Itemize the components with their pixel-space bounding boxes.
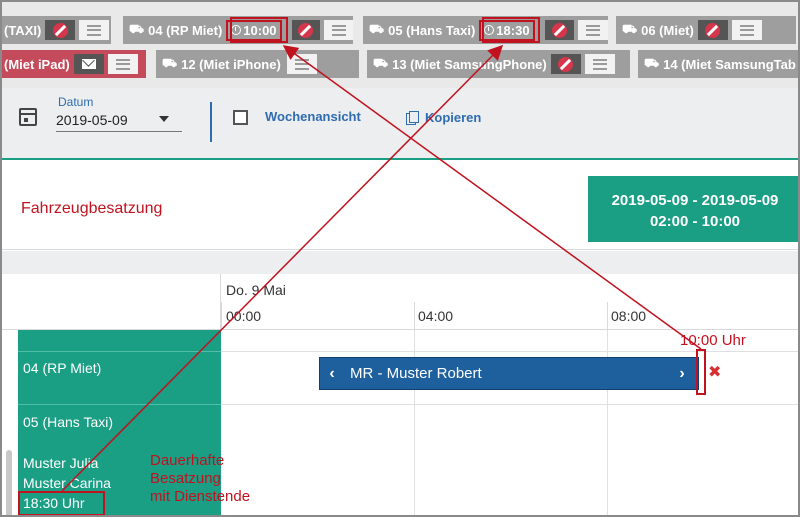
- day-label: Do. 9 Mai: [226, 282, 286, 298]
- chip-label: 13 (Miet SamsungPhone): [392, 56, 547, 72]
- date-range: 2019-05-09 - 2019-05-09: [611, 192, 779, 209]
- no-entry-icon: [558, 56, 574, 72]
- copy-button[interactable]: Kopieren: [425, 110, 481, 125]
- mail-icon: [81, 59, 96, 69]
- truck-icon: ⛟: [644, 56, 660, 70]
- resource-row-04: 04 (RP Miet): [23, 360, 102, 376]
- week-view-label[interactable]: Wochenansicht: [265, 109, 361, 124]
- vehicle-chip-06[interactable]: ⛟ 06 (Miet): [616, 16, 796, 44]
- disable-button[interactable]: [544, 20, 575, 40]
- highlight-box: [230, 17, 288, 43]
- chip-label: 04 (RP Miet): [148, 22, 223, 38]
- vehicle-chip-12[interactable]: ⛟ 12 (Miet iPhone): [156, 50, 359, 78]
- spacer: [2, 251, 798, 274]
- menu-icon: [87, 24, 102, 36]
- chevron-down-icon[interactable]: [159, 116, 169, 122]
- no-entry-icon: [298, 22, 314, 38]
- disable-button[interactable]: [697, 20, 728, 40]
- row-separator: [18, 404, 221, 405]
- tick: [607, 302, 608, 330]
- menu-button[interactable]: [79, 20, 110, 40]
- no-entry-icon: [52, 22, 68, 38]
- copy-icon[interactable]: [406, 111, 419, 125]
- tick: [414, 302, 415, 330]
- grid-line: [221, 351, 798, 352]
- date-range-badge: 2019-05-09 - 2019-05-09 02:00 - 10:00: [588, 176, 798, 242]
- calendar-icon[interactable]: [19, 108, 37, 126]
- page-heading: Fahrzeugbesatzung 2019-05-09 - 2019-05-0…: [2, 162, 798, 250]
- hour-label: 00:00: [226, 308, 262, 324]
- grid-line: [221, 404, 798, 405]
- truck-icon: ⛟: [162, 56, 178, 70]
- time-range: 02:00 - 10:00: [649, 213, 741, 230]
- vehicle-chip-13[interactable]: ⛟ 13 (Miet SamsungPhone): [367, 50, 630, 78]
- menu-icon: [592, 58, 607, 70]
- message-button[interactable]: [73, 54, 104, 74]
- hour-label: 08:00: [611, 308, 647, 324]
- truck-icon: ⛟: [129, 22, 145, 36]
- menu-icon: [115, 58, 130, 70]
- truck-icon: ⛟: [369, 22, 385, 36]
- chevron-right-icon[interactable]: ›: [670, 365, 694, 383]
- week-view-checkbox[interactable]: [233, 110, 248, 125]
- toolbar: Datum 2019-05-09 Wochenansicht Kopieren: [2, 88, 798, 160]
- chevron-left-icon[interactable]: ‹: [320, 365, 344, 383]
- annotation-line: Dauerhafte: [150, 452, 225, 469]
- menu-button[interactable]: [324, 20, 353, 40]
- disable-button[interactable]: [291, 20, 321, 40]
- chip-label: 12 (Miet iPhone): [181, 56, 281, 72]
- menu-button[interactable]: [578, 20, 608, 40]
- vehicle-chip-14[interactable]: ⛟ 14 (Miet SamsungTab: [638, 50, 798, 78]
- scrollbar[interactable]: [6, 450, 12, 515]
- timeline-header: Do. 9 Mai 00:00 04:00 08:00: [2, 274, 798, 330]
- truck-icon: ⛟: [373, 56, 389, 70]
- chip-label: 05 (Hans Taxi): [388, 22, 476, 38]
- resource-header-cell: [2, 274, 221, 330]
- date-select[interactable]: 2019-05-09: [56, 112, 182, 132]
- chip-label: (Miet iPad): [4, 56, 70, 72]
- highlight-box: [696, 349, 706, 395]
- chip-label: 06 (Miet): [641, 22, 694, 38]
- date-label: Datum: [58, 95, 94, 109]
- chip-label: (TAXI): [4, 22, 42, 38]
- menu-button[interactable]: [107, 54, 138, 74]
- tick: [221, 302, 222, 330]
- hour-label: 04:00: [418, 308, 454, 324]
- disable-button[interactable]: [45, 20, 76, 40]
- resource-row-05: 05 (Hans Taxi): [23, 414, 114, 430]
- vehicle-chip-taxi[interactable]: (TAXI): [2, 16, 111, 44]
- close-icon[interactable]: ✖: [708, 362, 721, 382]
- highlight-box: [18, 491, 105, 515]
- page-title: Fahrzeugbesatzung: [21, 200, 163, 217]
- annotation-line: mit Dienstende: [150, 488, 251, 505]
- vehicle-chip-ipad[interactable]: (Miet iPad): [2, 50, 146, 78]
- annotation-line: Besatzung: [150, 470, 221, 487]
- app-frame: (TAXI) ⛟ 04 (RP Miet) 10:00 ⛟ 05 (Hans T…: [0, 0, 800, 517]
- chip-label: 14 (Miet SamsungTab: [663, 56, 796, 72]
- row-separator: [18, 351, 221, 352]
- menu-button[interactable]: [584, 54, 615, 74]
- truck-icon: ⛟: [622, 22, 638, 36]
- annotation-note: Dauerhafte Besatzung mit Dienstende: [150, 452, 250, 506]
- disable-button[interactable]: [550, 54, 581, 74]
- menu-icon: [331, 24, 346, 36]
- no-entry-icon: [551, 22, 567, 38]
- menu-button[interactable]: [286, 54, 317, 74]
- menu-icon: [739, 24, 754, 36]
- event-label: MR - Muster Robert: [350, 365, 482, 382]
- menu-icon: [294, 58, 309, 70]
- shift-event[interactable]: ‹ MR - Muster Robert ›: [319, 357, 699, 390]
- menu-icon: [586, 24, 601, 36]
- divider: [210, 102, 212, 142]
- menu-button[interactable]: [731, 20, 762, 40]
- vehicle-chip-bar: (TAXI) ⛟ 04 (RP Miet) 10:00 ⛟ 05 (Hans T…: [2, 2, 798, 88]
- no-entry-icon: [705, 22, 721, 38]
- highlight-box: [482, 17, 540, 43]
- annotation-end-marker: 10:00 Uhr: [680, 332, 746, 349]
